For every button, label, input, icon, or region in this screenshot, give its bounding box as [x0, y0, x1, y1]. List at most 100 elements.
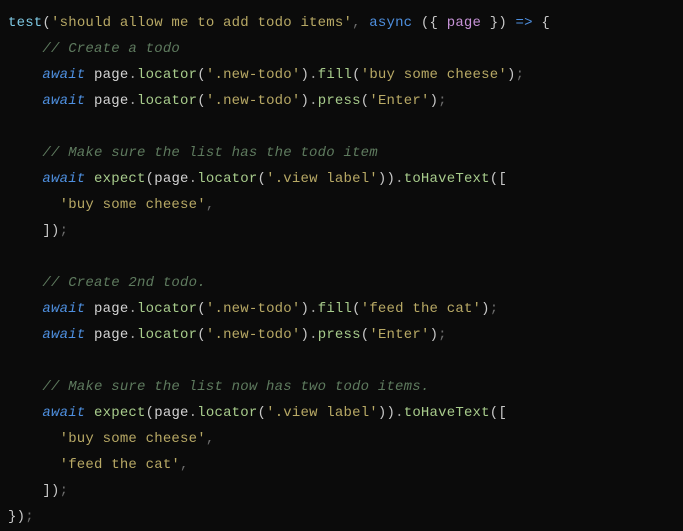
semicolon: ; — [60, 483, 69, 499]
method-locator: locator — [137, 327, 197, 343]
dot: . — [189, 405, 198, 421]
sel-new-todo: '.new-todo' — [206, 67, 301, 83]
val-enter: 'Enter' — [369, 327, 429, 343]
sel-view-label: '.view label' — [266, 405, 378, 421]
kw-await: await — [42, 405, 85, 421]
paren: ( — [352, 67, 361, 83]
paren: ( — [257, 405, 266, 421]
brace-open: { — [541, 15, 550, 31]
method-locator: locator — [137, 67, 197, 83]
paren: ) — [430, 93, 439, 109]
kw-await: await — [42, 171, 85, 187]
paren: ([ — [490, 405, 507, 421]
kw-await: await — [42, 327, 85, 343]
sel-new-todo: '.new-todo' — [206, 93, 301, 109]
ident-page: page — [94, 67, 128, 83]
comment-create-todo: // Create a todo — [42, 41, 180, 57]
kw-await: await — [42, 301, 85, 317]
method-locator: locator — [137, 93, 197, 109]
dot: . — [395, 405, 404, 421]
comment-check-two: // Make sure the list now has two todo i… — [42, 379, 429, 395]
sel-view-label: '.view label' — [266, 171, 378, 187]
paren: ) — [301, 301, 310, 317]
method-fill: fill — [318, 301, 352, 317]
dot: . — [309, 67, 318, 83]
paren: ) — [430, 327, 439, 343]
paren: ( — [257, 171, 266, 187]
dot: . — [309, 93, 318, 109]
dot: . — [128, 301, 137, 317]
paren: )) — [378, 171, 395, 187]
paren: ( — [197, 327, 206, 343]
dot: . — [395, 171, 404, 187]
arr-cheese: 'buy some cheese' — [60, 197, 206, 213]
semicolon: ; — [438, 327, 447, 343]
comma: , — [352, 15, 369, 31]
paren: ( — [197, 301, 206, 317]
dot: . — [309, 301, 318, 317]
brace-close: }) — [8, 509, 25, 525]
dot: . — [128, 67, 137, 83]
comment-create-2nd: // Create 2nd todo. — [42, 275, 205, 291]
sel-new-todo: '.new-todo' — [206, 327, 301, 343]
kw-await: await — [42, 93, 85, 109]
val-feed-cat: 'feed the cat' — [361, 301, 481, 317]
method-press: press — [318, 93, 361, 109]
kw-await: await — [42, 67, 85, 83]
semicolon: ; — [25, 509, 34, 525]
method-locator: locator — [137, 301, 197, 317]
paren: ( — [146, 171, 155, 187]
val-enter: 'Enter' — [369, 93, 429, 109]
comma: , — [206, 197, 215, 213]
method-locator: locator — [197, 171, 257, 187]
dot: . — [309, 327, 318, 343]
arr-cheese: 'buy some cheese' — [60, 431, 206, 447]
paren: ( — [146, 405, 155, 421]
ident-page: page — [154, 405, 188, 421]
method-press: press — [318, 327, 361, 343]
paren: ( — [197, 67, 206, 83]
arrow: => — [516, 15, 533, 31]
code-block: test('should allow me to add todo items'… — [0, 0, 683, 531]
fn-test: test — [8, 15, 42, 31]
kw-async: async — [369, 15, 412, 31]
paren: ) — [301, 93, 310, 109]
paren: ([ — [490, 171, 507, 187]
paren: ( — [352, 301, 361, 317]
sel-new-todo: '.new-todo' — [206, 301, 301, 317]
ident-page: page — [94, 301, 128, 317]
test-title: 'should allow me to add todo items' — [51, 15, 352, 31]
semicolon: ; — [60, 223, 69, 239]
semicolon: ; — [490, 301, 499, 317]
ident-page: page — [94, 327, 128, 343]
param-page: page — [447, 15, 481, 31]
ident-page: page — [94, 93, 128, 109]
paren-close: }) — [481, 15, 507, 31]
bracket-close: ]) — [42, 223, 59, 239]
paren: ( — [197, 93, 206, 109]
paren-open: ( — [42, 15, 51, 31]
paren-open: ({ — [421, 15, 447, 31]
method-tohavetext: toHaveText — [404, 171, 490, 187]
method-locator: locator — [197, 405, 257, 421]
paren: )) — [378, 405, 395, 421]
fn-expect: expect — [94, 171, 146, 187]
val-cheese: 'buy some cheese' — [361, 67, 507, 83]
method-tohavetext: toHaveText — [404, 405, 490, 421]
fn-expect: expect — [94, 405, 146, 421]
semicolon: ; — [438, 93, 447, 109]
comma: , — [180, 457, 189, 473]
ident-page: page — [154, 171, 188, 187]
paren: ) — [301, 67, 310, 83]
bracket-close: ]) — [42, 483, 59, 499]
comment-check-list: // Make sure the list has the todo item — [42, 145, 377, 161]
paren: ) — [301, 327, 310, 343]
paren: ) — [481, 301, 490, 317]
arr-feed-cat: 'feed the cat' — [60, 457, 180, 473]
dot: . — [128, 93, 137, 109]
dot: . — [128, 327, 137, 343]
paren: ) — [507, 67, 516, 83]
dot: . — [189, 171, 198, 187]
comma: , — [206, 431, 215, 447]
semicolon: ; — [516, 67, 525, 83]
